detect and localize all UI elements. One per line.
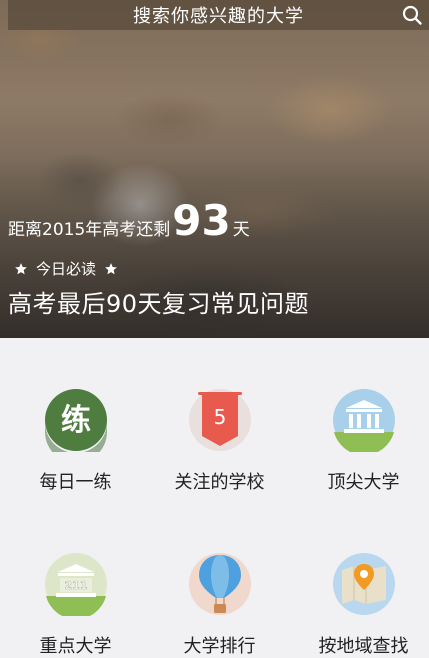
star-icon [105,262,117,274]
star-icon [15,262,27,274]
menu-item-key-universities[interactable]: 211 重点大学 [4,552,147,658]
balloon-icon[interactable] [188,552,252,616]
search-bar[interactable]: 搜索你感兴趣的大学 [8,0,429,30]
university-211-text: 211 [64,579,87,592]
menu-item-label: 顶尖大学 [327,472,400,493]
bookmark-count: 5 [213,405,226,429]
practice-icon-text: 练 [61,403,91,438]
hero-banner[interactable]: 搜索你感兴趣的大学 距离2015年高考还剩 93 天 今日必读 高考最后90天复… [0,0,429,338]
must-read-label: 今日必读 [36,260,97,278]
menu-item-find-by-region[interactable]: 按地域查找 [292,552,429,658]
countdown-days: 93 [172,196,231,245]
menu-item-label: 每日一练 [39,472,112,493]
must-read-tag: 今日必读 [6,258,126,279]
menu-item-daily-practice[interactable]: 练 每日一练 [4,388,147,494]
feature-grid: 练 每日一练 5 关注的学校 顶尖大学 211 重点大学 大学排行 按地域查找 [0,338,429,658]
university-icon[interactable] [332,388,396,452]
menu-item-label: 重点大学 [39,636,112,657]
menu-item-followed-schools[interactable]: 5 关注的学校 [148,388,291,494]
menu-item-university-ranking[interactable]: 大学排行 [148,552,291,658]
practice-icon[interactable]: 练 [44,388,108,452]
map-pin-icon[interactable] [332,552,396,616]
exam-countdown: 距离2015年高考还剩 93 天 [8,200,250,242]
menu-item-top-universities[interactable]: 顶尖大学 [292,388,429,494]
countdown-unit: 天 [232,220,250,240]
search-icon[interactable] [401,4,423,26]
search-placeholder[interactable]: 搜索你感兴趣的大学 [133,2,304,28]
menu-item-label: 大学排行 [183,636,256,657]
headline-link[interactable]: 高考最后90天复习常见问题 [8,284,309,319]
menu-item-label: 按地域查找 [318,636,409,657]
bookmark-icon[interactable]: 5 [188,388,252,452]
menu-item-label: 关注的学校 [174,472,265,493]
countdown-prefix: 距离2015年高考还剩 [8,220,171,240]
university-211-icon[interactable]: 211 [44,552,108,616]
